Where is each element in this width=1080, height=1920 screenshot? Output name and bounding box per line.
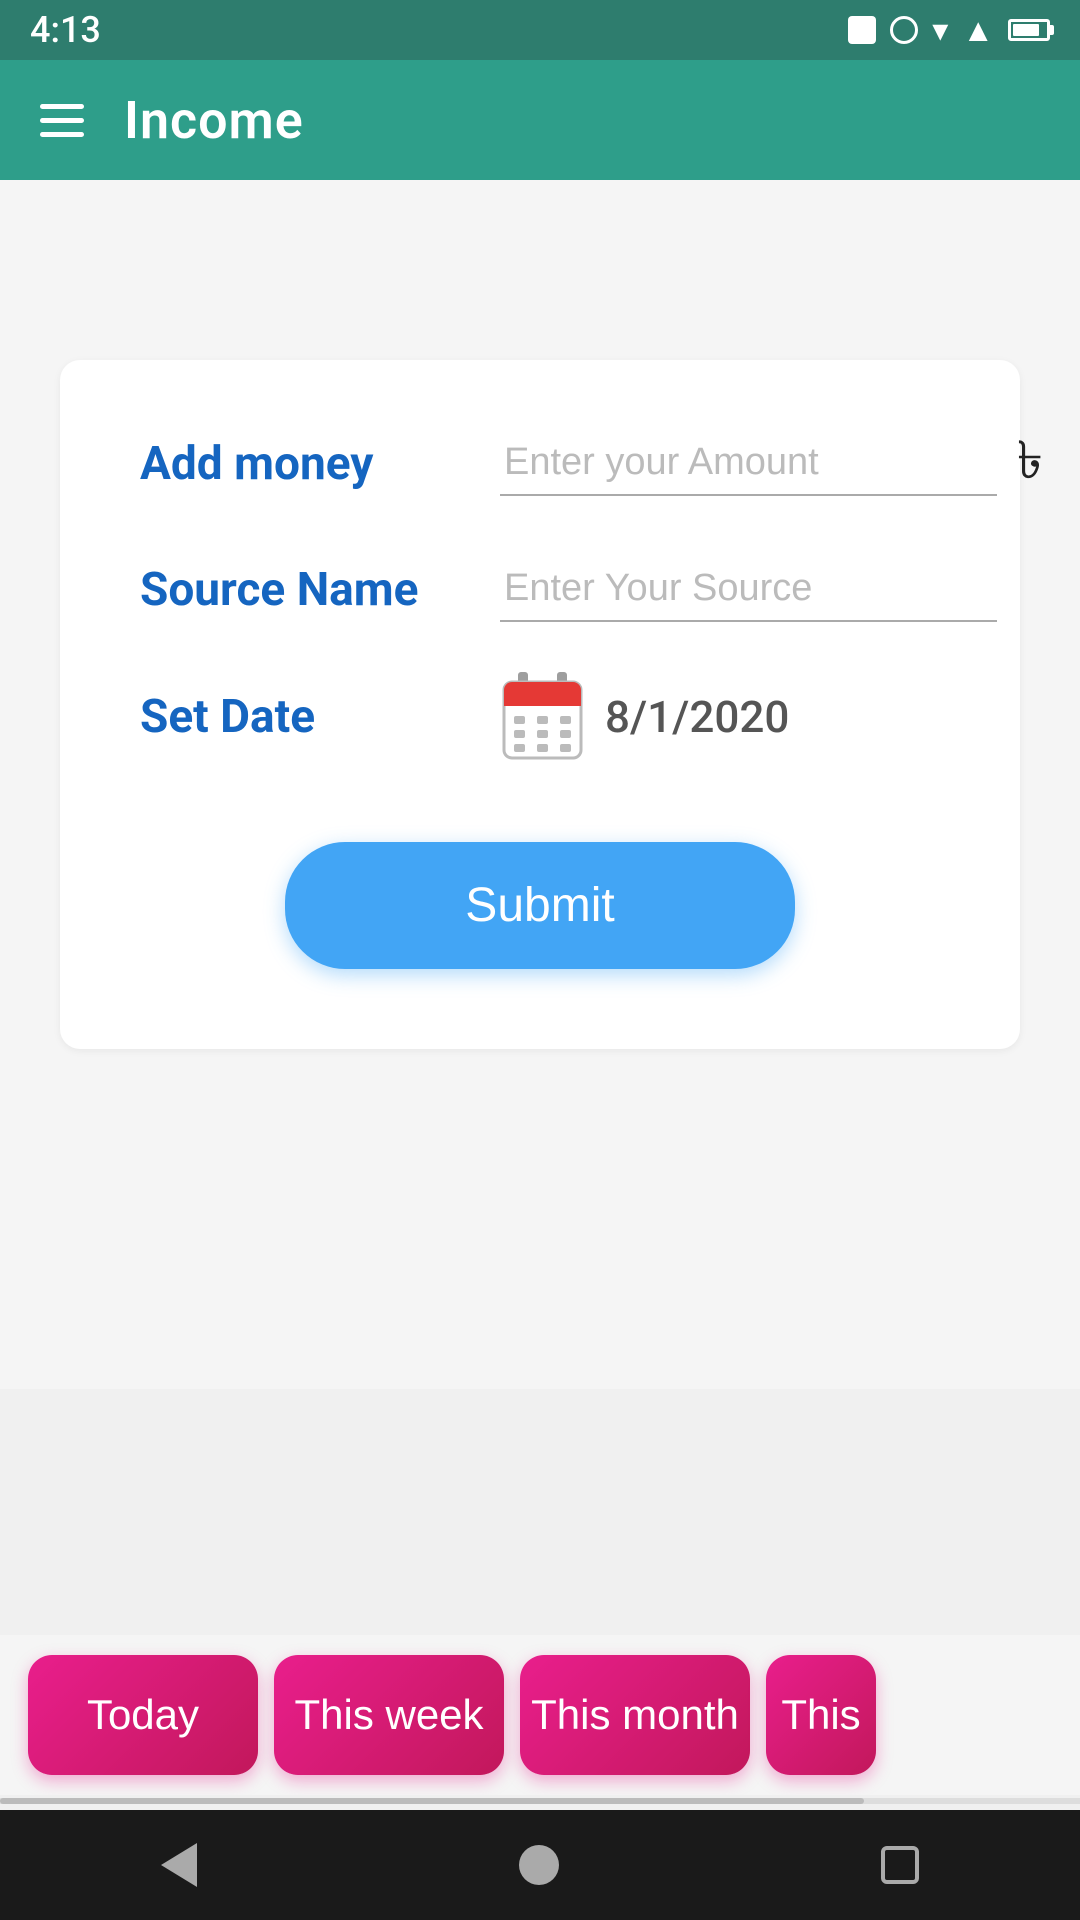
recent-button[interactable]: [881, 1846, 919, 1884]
income-form: Add money ৳ Source Name Set Date: [60, 360, 1020, 1049]
submit-button[interactable]: Submit: [285, 842, 794, 969]
bottom-nav: [0, 1810, 1080, 1920]
set-date-row: Set Date: [140, 672, 940, 762]
set-date-label: Set Date: [140, 690, 470, 744]
add-money-row: Add money ৳: [140, 420, 940, 507]
filter-section: Today This week This month This: [0, 1635, 1080, 1795]
signal-icon: ▲: [962, 11, 994, 49]
app-bar: Income: [0, 60, 1080, 180]
hamburger-menu[interactable]: [40, 104, 84, 137]
amount-input-wrapper: ৳: [500, 420, 1043, 507]
circle-icon: [890, 16, 918, 44]
filter-this-partial[interactable]: This: [766, 1655, 876, 1775]
submit-container: Submit: [140, 842, 940, 969]
back-button[interactable]: [161, 1843, 197, 1887]
sim-icon: [848, 16, 876, 44]
app-title: Income: [124, 90, 304, 151]
amount-input[interactable]: [500, 431, 997, 496]
source-name-row: Source Name: [140, 557, 940, 622]
wifi-icon: ▾: [932, 11, 948, 49]
recent-icon: [881, 1846, 919, 1884]
currency-symbol: ৳: [1017, 420, 1043, 507]
status-bar: 4:13 ▾ ▲: [0, 0, 1080, 60]
back-icon: [161, 1843, 197, 1887]
add-money-label: Add money: [140, 437, 470, 491]
source-input[interactable]: [500, 557, 997, 622]
main-content: Add money ৳ Source Name Set Date: [0, 180, 1080, 1389]
calendar-icon: [500, 672, 585, 762]
scroll-bar: [0, 1798, 1080, 1804]
source-input-wrapper: [500, 557, 997, 622]
status-time: 4:13: [30, 9, 101, 51]
date-picker-area[interactable]: 8/1/2020: [500, 672, 789, 762]
battery-icon: [1008, 19, 1050, 41]
home-button[interactable]: [519, 1845, 559, 1885]
date-value: 8/1/2020: [605, 691, 789, 743]
home-icon: [519, 1845, 559, 1885]
filter-this-week[interactable]: This week: [274, 1655, 504, 1775]
filter-this-month[interactable]: This month: [520, 1655, 750, 1775]
status-icons: ▾ ▲: [848, 11, 1050, 49]
source-name-label: Source Name: [140, 563, 470, 617]
scroll-thumb: [0, 1798, 864, 1804]
filter-today[interactable]: Today: [28, 1655, 258, 1775]
